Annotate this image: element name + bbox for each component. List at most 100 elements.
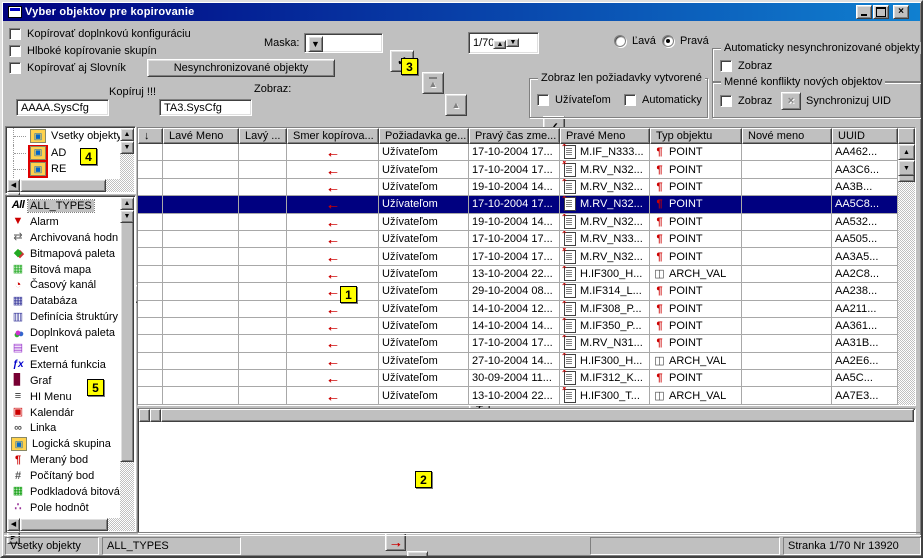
table-row[interactable]: Užívateľom 17-10-2004 17... M.RV_N32... …: [138, 248, 898, 265]
checkbox-box[interactable]: [720, 95, 732, 107]
type-list-item[interactable]: Databáza: [7, 293, 122, 309]
scroll-left-button[interactable]: ◀: [7, 518, 20, 531]
table-row[interactable]: Užívateľom 27-10-2004 14... H.IF300_H...…: [138, 353, 898, 370]
nesynchronized-objects-button[interactable]: Nesynchronizované objekty: [147, 59, 335, 77]
table-row[interactable]: Užívateľom 30-09-2004 11... M.IF312_K...…: [138, 370, 898, 387]
checkbox-filter-user[interactable]: Užívateľom: [537, 94, 611, 106]
column-header[interactable]: UUID: [832, 128, 898, 144]
column-header[interactable]: Nové meno: [742, 128, 832, 144]
type-list-item[interactable]: Externá funkcia: [7, 357, 122, 373]
checkbox-box[interactable]: [537, 94, 549, 106]
table-row[interactable]: Užívateľom 17-10-2004 17... M.RV_N32... …: [138, 161, 898, 178]
combobox-dropdown-button[interactable]: ▼: [308, 36, 323, 52]
scroll-up-button[interactable]: ▲: [120, 197, 134, 210]
type-list-item[interactable]: Doplnková paleta: [7, 325, 122, 341]
type-list-item[interactable]: Bitmapová paleta: [7, 246, 122, 262]
checkbox-copy-dictionary[interactable]: Kopírovať aj Slovník: [9, 62, 126, 74]
scroll-up-button[interactable]: ▲: [898, 144, 915, 160]
type-list-item[interactable]: Logická skupina: [7, 436, 122, 452]
checkbox-auto-nesync-zobraz[interactable]: Zobraz: [720, 60, 772, 72]
checkbox-label: Automaticky: [642, 94, 702, 106]
type-list-item[interactable]: Kalendár: [7, 405, 122, 421]
scroll-left-button[interactable]: ◀: [7, 179, 20, 192]
radio-left-side[interactable]: Ľavá: [614, 35, 656, 47]
column-header[interactable]: Lavé Meno: [163, 128, 239, 144]
tree-hscrollbar[interactable]: ◀ ▶: [7, 179, 134, 192]
sync-uid-x-button[interactable]: ×: [781, 92, 801, 110]
type-list-item[interactable]: Graf: [7, 373, 122, 389]
column-header[interactable]: ↓: [138, 128, 163, 144]
go-first-page-button[interactable]: ▲: [422, 72, 444, 94]
tree-item[interactable]: Vsetky objekty: [7, 128, 120, 145]
column-header[interactable]: Požiadavka ge...: [379, 128, 469, 144]
table-row[interactable]: Užívateľom 13-10-2004 22... H.IF300_H...…: [138, 266, 898, 283]
table-row[interactable]: Užívateľom 17-10-2004 17... M.IF_N333...…: [138, 144, 898, 161]
go-prev-page-button[interactable]: ▲: [445, 94, 467, 116]
tree-vscrollbar[interactable]: ▲ ▼: [120, 128, 134, 179]
cell-left-name: [163, 283, 239, 300]
scroll-thumb[interactable]: [20, 518, 108, 531]
checkbox-filter-auto[interactable]: Automaticky: [624, 94, 702, 106]
checkbox-box[interactable]: [9, 28, 21, 40]
type-list-item[interactable]: Podkladová bitová: [7, 484, 122, 500]
type-list-item[interactable]: Alarm: [7, 214, 122, 230]
type-list-item[interactable]: HI Menu: [7, 389, 122, 405]
tree-item[interactable]: RE: [7, 161, 120, 178]
table-row[interactable]: Užívateľom 14-10-2004 12... M.IF308_P...…: [138, 301, 898, 318]
checkbox-box[interactable]: [9, 45, 21, 57]
scroll-down-button[interactable]: ▼: [120, 210, 134, 223]
radio-circle[interactable]: [662, 35, 674, 47]
table-row[interactable]: Užívateľom 17-10-2004 17... M.RV_N33... …: [138, 231, 898, 248]
right-config-field[interactable]: TA3.SysCfg: [159, 99, 252, 116]
table-vscrollbar[interactable]: ▲ ▼: [898, 144, 915, 405]
checkbox-box[interactable]: [9, 62, 21, 74]
type-list-item[interactable]: Archivovaná hodn: [7, 230, 122, 246]
list-vscrollbar[interactable]: ▲ ▼: [120, 197, 134, 519]
table-row[interactable]: Užívateľom 13-10-2004 22... H.IF300_T...…: [138, 387, 898, 404]
scroll-down-button[interactable]: ▼: [898, 160, 915, 176]
filter-dir-right-green-button[interactable]: [407, 551, 428, 558]
column-header[interactable]: Lavý ...: [239, 128, 287, 144]
type-list-item[interactable]: Časový kanál: [7, 277, 122, 293]
spinner-up-button[interactable]: ▲: [493, 40, 506, 49]
type-list-item[interactable]: Event: [7, 341, 122, 357]
checkbox-box[interactable]: [624, 94, 636, 106]
scroll-up-button[interactable]: ▲: [120, 128, 134, 141]
type-list-item[interactable]: Počítaný bod: [7, 468, 122, 484]
column-header[interactable]: Pravý čas zme...: [469, 128, 560, 144]
type-list-item[interactable]: ALL_TYPES: [7, 198, 122, 214]
table-row[interactable]: Užívateľom 17-10-2004 17... M.RV_N32... …: [138, 196, 898, 213]
scroll-down-button[interactable]: ▼: [120, 141, 134, 154]
table-row[interactable]: Užívateľom 14-10-2004 14... M.IF350_P...…: [138, 318, 898, 335]
minimize-button[interactable]: [856, 5, 872, 19]
maska-combobox[interactable]: ▼: [304, 33, 383, 53]
column-header[interactable]: Pravé Meno: [560, 128, 650, 144]
close-button[interactable]: ×: [893, 5, 909, 19]
radio-circle[interactable]: [614, 35, 626, 47]
type-list-item[interactable]: Pole hodnôt: [7, 500, 122, 516]
maximize-button[interactable]: [873, 5, 889, 19]
table-row[interactable]: Užívateľom 19-10-2004 14... M.RV_N32... …: [138, 179, 898, 196]
radio-right-side[interactable]: Pravá: [662, 35, 709, 47]
tree-item[interactable]: AD: [7, 145, 120, 162]
checkbox-copy-additional-config[interactable]: Kopírovať doplnkovú konfiguráciu: [9, 28, 191, 40]
type-list-item[interactable]: Bitová mapa: [7, 262, 122, 278]
page-spinner[interactable]: 1/70 ▲ ▼: [468, 32, 539, 54]
type-list-item[interactable]: Linka: [7, 420, 122, 436]
type-list-item[interactable]: Meraný bod: [7, 452, 122, 468]
checkbox-conflicts-zobraz[interactable]: Zobraz: [720, 95, 772, 107]
scroll-thumb[interactable]: [120, 210, 134, 462]
checkbox-deep-copy-groups[interactable]: Hlboké kopírovanie skupín: [9, 45, 157, 57]
table-row[interactable]: Užívateľom 19-10-2004 14... M.RV_N32... …: [138, 214, 898, 231]
table-row[interactable]: Užívateľom 17-10-2004 17... M.RV_N31... …: [138, 335, 898, 352]
cell-object-type: POINT: [650, 179, 742, 196]
scroll-thumb[interactable]: [20, 179, 106, 192]
column-header[interactable]: Typ objektu: [650, 128, 742, 144]
checkbox-box[interactable]: [720, 60, 732, 72]
table-row[interactable]: Užívateľom 29-10-2004 08... M.IF314_L...…: [138, 283, 898, 300]
left-config-field[interactable]: AAAA.SysCfg: [16, 99, 109, 116]
list-hscrollbar[interactable]: ◀ ▶: [7, 518, 135, 531]
column-header[interactable]: Smer kopírova...: [287, 128, 379, 144]
type-list-item[interactable]: Definícia štruktúry: [7, 309, 122, 325]
spinner-down-button[interactable]: ▼: [506, 38, 519, 47]
